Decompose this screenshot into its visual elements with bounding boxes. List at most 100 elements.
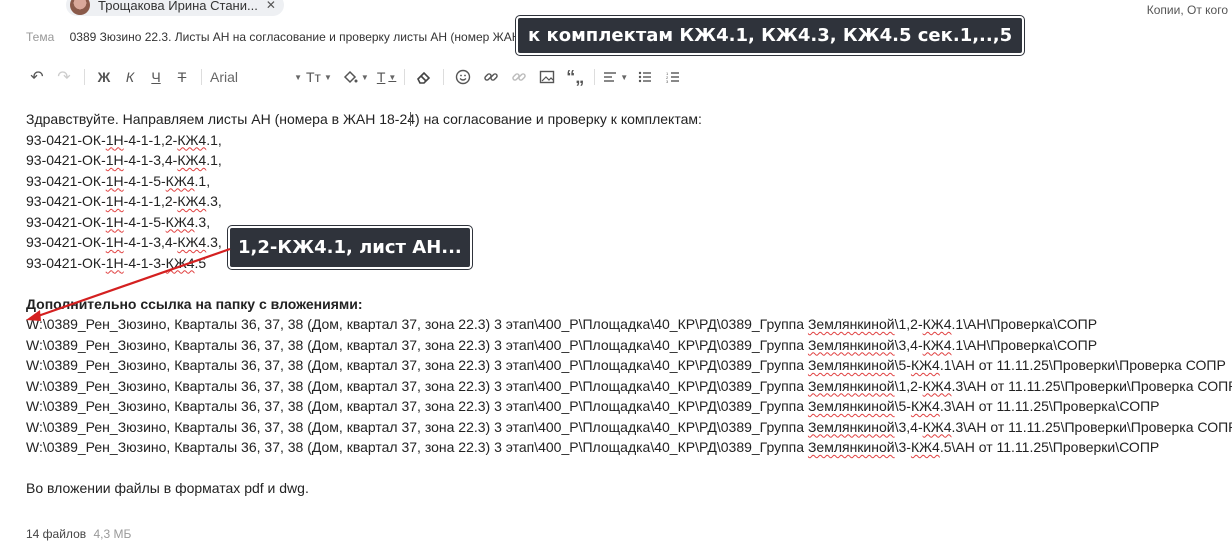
chevron-down-icon: ▼ [360,72,369,82]
subject-input[interactable]: 0389 Зюзино 22.3. Листы АН на согласован… [70,30,559,44]
subject-row[interactable]: Тема 0389 Зюзино 22.3. Листы АН на согла… [26,30,558,44]
chevron-down-icon: ▼ [323,72,332,82]
align-left-icon [604,72,617,82]
font-size-select[interactable]: Tт ▼ [306,66,332,88]
chevron-down-icon: ▼ [620,72,629,82]
text-segment: 93-0421-ОК- [26,152,106,168]
copies-from-link[interactable]: Копии, От кого [1147,3,1228,17]
underline-button[interactable]: Ч [145,66,167,88]
text-segment: -4-1-3- [123,254,166,271]
text-segment: W:\0389_Рен_Зюзино, Кварталы 36, 37, 38 … [26,316,808,332]
spellcheck-word: 1Н [105,213,124,230]
divider [404,69,406,85]
spellcheck-word: КЖ4 [177,234,207,250]
set-code-line: 93-0421-ОК-1Н-4-1-1,2-КЖ4.1, [26,130,1232,151]
text-segment: 93-0421-ОК- [26,172,106,189]
text-segment: .1, [194,172,211,189]
clear-format-button[interactable] [413,66,435,88]
recipient-chip[interactable]: Трощакова Ирина Стани... ✕ [66,0,284,16]
text-segment: W:\0389_Рен_Зюзино, Кварталы 36, 37, 38 … [26,377,808,394]
text-segment: .1\АН от 11.11.25\Проверки\Проверка СОПР [939,357,1226,373]
subject-label: Тема [26,30,55,44]
folder-path-line: W:\0389_Рен_Зюзино, Кварталы 36, 37, 38 … [26,376,1232,397]
greeting-text: Здравствуйте. Направляем листы АН (номер… [26,111,702,127]
text-segment: W:\0389_Рен_Зюзино, Кварталы 36, 37, 38 … [26,357,808,373]
chevron-down-icon: ▼ [294,72,302,82]
align-button[interactable]: ▼ [603,66,628,88]
spellcheck-word: Землянкиной [807,316,895,332]
text-segment: .3, [206,234,222,250]
spellcheck-word: КЖ4 [922,316,952,332]
attachments-summary[interactable]: 14 файлов 4,3 МБ [26,527,131,541]
text-segment: .3\АН от 11.11.25\Проверка\СОПР [939,398,1160,414]
bold-button[interactable]: Ж [93,66,115,88]
text-segment: .3\АН от 11.11.25\Проверки\Проверка СОПР [951,418,1232,435]
text-segment: .3, [194,213,211,230]
text-segment: .1, [206,131,222,148]
spellcheck-word: Землянкиной [807,398,895,414]
text-segment: .1\АН\Проверка\СОПР [951,336,1098,353]
spellcheck-word: КЖ4 [165,254,195,271]
formatting-toolbar: ↶ ↷ Ж К Ч Т Arial ▼ Tт ▼ ▼ Т ▼ “„ ▼ 1 2 … [26,66,684,88]
emoji-button[interactable] [452,66,474,88]
redo-icon[interactable]: ↷ [52,66,76,88]
text-segment: .3\АН от 11.11.25\Проверки\Проверка СОПР [951,377,1232,394]
text-segment: -4-1-3,4- [123,234,178,250]
text-color-button[interactable]: Т ▼ [377,66,396,88]
text-segment: .5\АН от 11.11.25\Проверки\СОПР [939,439,1160,455]
spellcheck-word: КЖ4 [177,131,207,148]
text-segment: -4-1-5- [123,213,166,230]
folder-path-line: W:\0389_Рен_Зюзино, Кварталы 36, 37, 38 … [26,355,1232,376]
set-code-line: 93-0421-ОК-1Н-4-1-1,2-КЖ4.3, [26,191,1232,212]
text-segment: \3,4- [894,418,923,435]
close-icon[interactable]: ✕ [266,0,276,12]
numbered-list-button[interactable]: 123 [662,66,684,88]
font-family-select[interactable]: Arial ▼ [210,66,302,88]
set-code-line: 93-0421-ОК-1Н-4-1-3-КЖ4.5 [26,253,1232,274]
spellcheck-word: 1Н [105,152,124,168]
folder-path-line: W:\0389_Рен_Зюзино, Кварталы 36, 37, 38 … [26,396,1232,417]
remove-link-button[interactable] [508,66,530,88]
quote-icon[interactable]: “„ [564,66,586,88]
recipient-name: Трощакова Ирина Стани... [98,0,258,13]
spellcheck-word: КЖ4 [165,213,195,230]
strikethrough-button[interactable]: Т [171,66,193,88]
links-heading: Дополнительно ссылка на папку с вложения… [26,295,363,312]
sets-list: 93-0421-ОК-1Н-4-1-1,2-КЖ4.1, 93-0421-ОК-1… [26,130,1232,274]
spellcheck-word: КЖ4 [177,193,207,209]
insert-link-button[interactable] [480,66,502,88]
spellcheck-word: Землянкиной [807,439,895,455]
formats-note: Во вложении файлы в форматах pdf и dwg. [26,480,309,496]
link-icon [484,73,499,81]
text-segment: 93-0421-ОК- [26,193,106,209]
text-segment: \5- [894,357,911,373]
text-segment: .1\АН\Проверка\СОПР [951,316,1098,332]
undo-icon[interactable]: ↶ [26,66,48,88]
spellcheck-word: КЖ4 [177,152,207,168]
numbered-list-icon: 123 [666,71,680,84]
text-segment: -4-1-1,2- [123,131,178,148]
set-code-line: 93-0421-ОК-1Н-4-1-3,4-КЖ4.3, [26,232,1232,253]
spellcheck-word: 1Н [105,172,124,189]
spellcheck-word: КЖ4 [922,336,952,353]
eraser-icon [417,71,431,84]
text-segment: -4-1-1,2- [123,193,178,209]
insert-image-button[interactable] [536,66,558,88]
text-cursor [410,112,417,126]
italic-button[interactable]: К [119,66,141,88]
highlight-color-button[interactable]: ▼ [342,66,369,88]
paint-bucket-icon [343,70,358,84]
spellcheck-word: КЖ4 [910,398,940,414]
text-segment: .3, [206,193,222,209]
folder-path-line: W:\0389_Рен_Зюзино, Кварталы 36, 37, 38 … [26,335,1232,356]
spellcheck-word: Землянкиной [807,336,895,353]
folder-path-line: W:\0389_Рен_Зюзино, Кварталы 36, 37, 38 … [26,417,1232,438]
unlink-icon [512,73,527,81]
spellcheck-word: 1Н [105,131,124,148]
bullet-list-button[interactable] [634,66,656,88]
chevron-down-icon: ▼ [388,72,397,82]
text-segment: .5 [194,254,207,271]
message-body[interactable]: Здравствуйте. Направляем листы АН (номер… [26,109,1232,499]
